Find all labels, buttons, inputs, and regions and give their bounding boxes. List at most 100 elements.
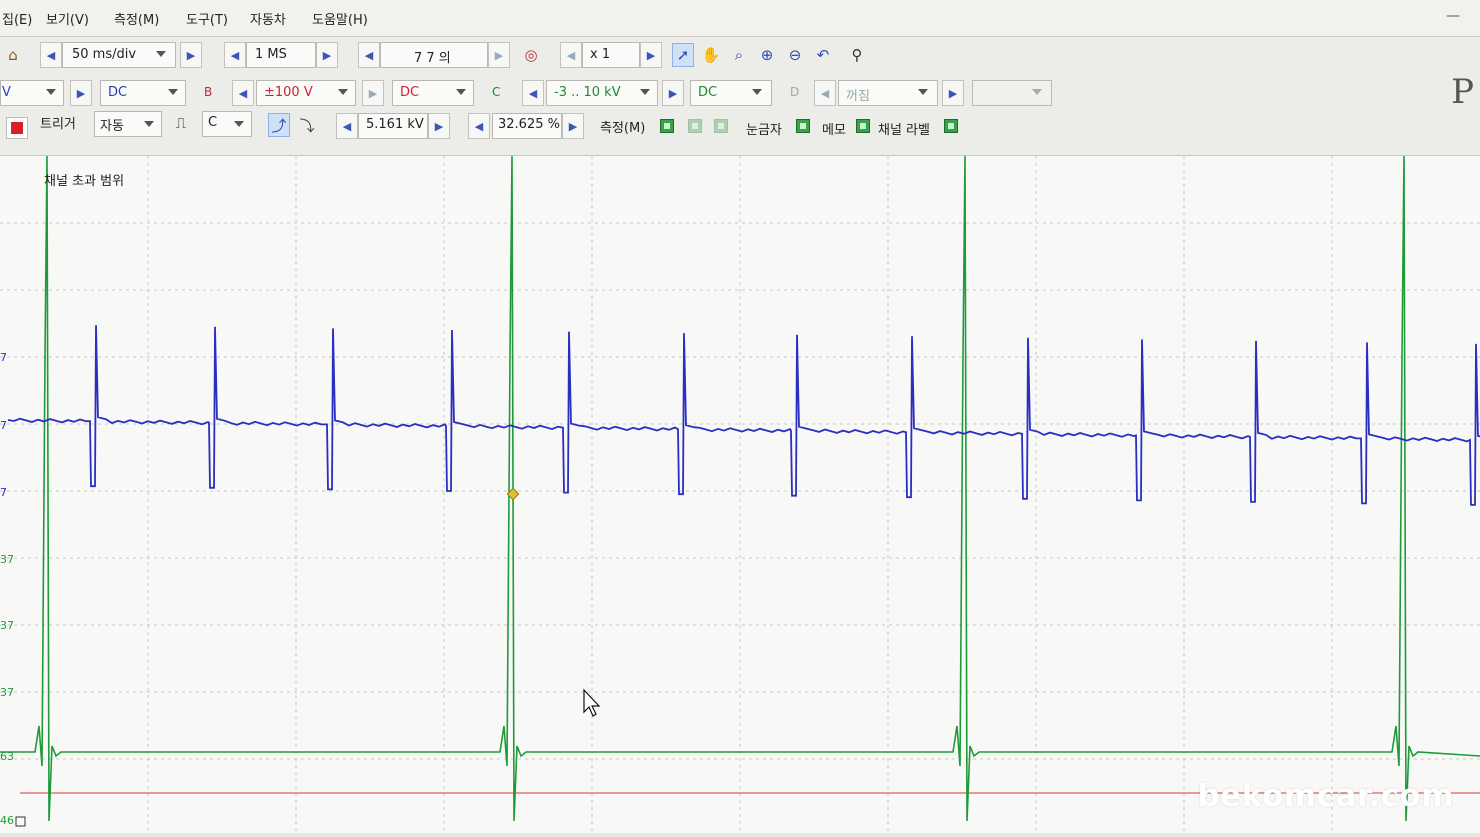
chD-label[interactable]: D (790, 85, 799, 99)
axis-tick-label: 7 (0, 486, 7, 499)
zoom-prev-button[interactable]: ◀ (560, 42, 582, 68)
chevron-down-icon (156, 51, 166, 57)
capture-prev-button[interactable]: ◀ (358, 42, 380, 68)
samples-prev-button[interactable]: ◀ (224, 42, 246, 68)
chC-label[interactable]: C (492, 85, 500, 99)
trigger-level-next-button[interactable]: ▶ (428, 113, 450, 139)
zoom-out-icon[interactable]: ⊖ (784, 43, 806, 67)
axis-tick-label: 7 (0, 351, 7, 364)
chB-range: ±100 V (264, 85, 313, 100)
hand-icon[interactable]: ✋ (700, 43, 722, 67)
timebase-next-button[interactable]: ▶ (180, 42, 202, 68)
timebase-value: 50 ms/div (72, 47, 137, 62)
toolbar-channels: V ▶ DC B ◀ ±100 V ▶ DC C ◀ -3 .. 10 kV ▶… (0, 75, 1480, 112)
menu-help[interactable]: 도움말(H) (312, 9, 368, 28)
minimize-icon[interactable]: — (1446, 8, 1460, 24)
rising-edge-icon[interactable]: ⎍ (170, 111, 192, 135)
chevron-down-icon (752, 89, 762, 95)
channel-labels-icon[interactable] (944, 119, 958, 133)
channel-labels-label[interactable]: 채널 라벨 (878, 119, 930, 138)
samples-next-button[interactable]: ▶ (316, 42, 338, 68)
trigger-level-prev-button[interactable]: ◀ (336, 113, 358, 139)
chC-prev-button[interactable]: ◀ (522, 80, 544, 106)
pretrigger-prev-button[interactable]: ◀ (468, 113, 490, 139)
menu-view[interactable]: 보기(V) (46, 9, 89, 28)
measure-label[interactable]: 측정(M) (600, 117, 645, 136)
scope-view[interactable]: 7 7 7 37 37 37 63 46 채널 초과 범위 (0, 155, 1480, 833)
zoom-value: x 1 (590, 47, 611, 62)
overrange-warning: 채널 초과 범위 (44, 174, 125, 189)
remove-measurement-icon[interactable] (714, 119, 728, 133)
toolbar-trigger: 트리거 자동 ⎍ C ⤴ ⤵ ◀ 5.161 kV ▶ ◀ 32.625 % ▶… (0, 111, 1480, 156)
chB-prev-button[interactable]: ◀ (232, 80, 254, 106)
stop-icon (11, 122, 23, 134)
menu-vehicle[interactable]: 자동차 (250, 9, 286, 28)
trigger-falling-icon[interactable]: ⤵ (296, 113, 318, 137)
chevron-down-icon (144, 121, 154, 127)
trigger-label: 트리거 (40, 117, 76, 132)
chB-next-button[interactable]: ▶ (362, 80, 384, 106)
chD-next-button[interactable]: ▶ (942, 80, 964, 106)
rulers-label[interactable]: 눈금자 (746, 119, 782, 138)
grid (0, 156, 1480, 833)
zoom-fit-icon[interactable]: ⚲ (846, 43, 868, 67)
mouse-cursor-icon (583, 688, 601, 717)
chA-range: V (2, 85, 11, 100)
pointer-icon[interactable]: ➚ (672, 43, 694, 67)
axis-tick-label: 37 (0, 619, 14, 632)
zoom-in-icon[interactable]: ⊕ (756, 43, 778, 67)
chC-coupling: DC (698, 85, 718, 100)
home-icon[interactable]: ⌂ (2, 43, 24, 67)
compass-icon[interactable]: ◎ (520, 43, 542, 67)
pretrigger-next-button[interactable]: ▶ (562, 113, 584, 139)
notes-icon[interactable] (856, 119, 870, 133)
capture-next-button[interactable]: ▶ (488, 42, 510, 68)
axis-tick-label: 37 (0, 553, 14, 566)
chD-range: 꺼짐 (846, 89, 870, 104)
chC-next-button[interactable]: ▶ (662, 80, 684, 106)
trigger-channel: C (208, 115, 218, 130)
edit-measurement-icon[interactable] (688, 119, 702, 133)
chevron-down-icon (918, 89, 928, 95)
pretrigger-value: 32.625 % (498, 117, 560, 132)
chevron-down-icon (640, 89, 650, 95)
notes-label[interactable]: 메모 (822, 119, 846, 138)
chA-next-button[interactable]: ▶ (70, 80, 92, 106)
undo-icon[interactable]: ↶ (812, 43, 834, 67)
zoom-next-button[interactable]: ▶ (640, 42, 662, 68)
corner-handle-icon[interactable] (15, 816, 26, 827)
chevron-down-icon (234, 121, 244, 127)
axis-labels: 7773737376346 (0, 351, 14, 827)
chA-coupling: DC (108, 85, 128, 100)
axis-tick-label: 46 (0, 814, 14, 827)
trigger-rising-icon[interactable]: ⤴ (268, 113, 290, 137)
waveform-plot[interactable]: 7773737376346 (0, 155, 1480, 833)
brand-logo: P (1451, 72, 1474, 112)
axis-tick-label: 7 (0, 419, 7, 432)
chD-prev-button[interactable]: ◀ (814, 80, 836, 106)
timebase-prev-button[interactable]: ◀ (40, 42, 62, 68)
chevron-down-icon (168, 89, 178, 95)
channel-a-trace (7, 325, 1480, 506)
trigger-mode: 자동 (100, 119, 124, 134)
menu-edit[interactable]: 집(E) (2, 9, 32, 28)
zoom-icon[interactable]: ⌕ (728, 43, 750, 67)
trigger-level: 5.161 kV (366, 117, 424, 132)
menu-bar: 집(E) 보기(V) 측정(M) 도구(T) 자동차 도움말(H) — (0, 0, 1480, 37)
samples-value: 1 MS (255, 47, 287, 62)
chevron-down-icon (46, 89, 56, 95)
menu-tools[interactable]: 도구(T) (186, 9, 228, 28)
chB-label[interactable]: B (204, 85, 212, 99)
chB-coupling: DC (400, 85, 420, 100)
capture-value: 7 7 의 (414, 51, 451, 66)
watermark: bekomcar.com (1197, 778, 1454, 814)
chevron-down-icon (1032, 89, 1042, 95)
toolbar-timebase: ⌂ ◀ 50 ms/div ▶ ◀ 1 MS ▶ ◀ 7 7 의 ▶ ◎ ◀ x… (0, 37, 1480, 76)
axis-tick-label: 37 (0, 686, 14, 699)
chevron-down-icon (456, 89, 466, 95)
rulers-icon[interactable] (796, 119, 810, 133)
add-measurement-icon[interactable] (660, 119, 674, 133)
menu-measure[interactable]: 측정(M) (114, 9, 159, 28)
chC-range: -3 .. 10 kV (554, 85, 621, 100)
chevron-down-icon (338, 89, 348, 95)
